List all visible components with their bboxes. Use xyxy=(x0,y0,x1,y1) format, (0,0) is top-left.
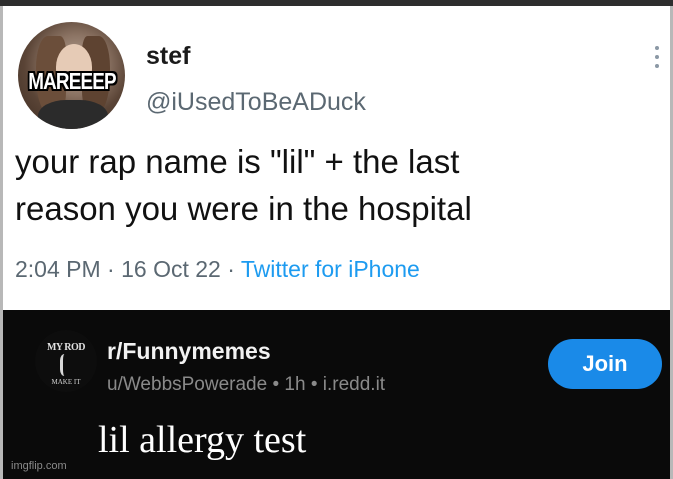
subreddit-icon-top-text: MY ROD xyxy=(46,342,86,353)
fishing-figure-icon xyxy=(60,354,75,376)
tweet-text: your rap name is "lil" + the last reason… xyxy=(15,138,655,232)
meme-caption: lil allergy test xyxy=(98,419,307,461)
tweet-text-line: reason you were in the hospital xyxy=(15,190,472,227)
post-meta: u/WebbsPowerade • 1h • i.redd.it xyxy=(107,374,385,396)
tweet-date[interactable]: 16 Oct 22 xyxy=(121,256,221,282)
meta-separator: · xyxy=(107,256,122,282)
tweet-time[interactable]: 2:04 PM xyxy=(15,256,101,282)
post-author[interactable]: u/WebbsPowerade xyxy=(107,374,267,395)
avatar-caption: MAREEEP xyxy=(28,68,116,94)
avatar-shirt xyxy=(38,100,108,129)
subreddit-name[interactable]: r/Funnymemes xyxy=(107,338,271,365)
reddit-card: MY ROD MAKE IT r/Funnymemes u/WebbsPower… xyxy=(3,310,670,479)
post-age: 1h xyxy=(284,374,306,395)
tweet-source-link[interactable]: Twitter for iPhone xyxy=(241,256,420,282)
meta-separator: • xyxy=(272,374,285,395)
meta-separator: · xyxy=(227,256,241,282)
more-vertical-icon[interactable] xyxy=(655,46,661,72)
user-handle[interactable]: @iUsedToBeADuck xyxy=(146,88,366,117)
imgflip-watermark: imgflip.com xyxy=(11,460,67,472)
subreddit-icon[interactable]: MY ROD MAKE IT xyxy=(35,330,97,392)
subreddit-icon-bottom-text: MAKE IT xyxy=(51,378,81,386)
tweet-card: MAREEEP stef @iUsedToBeADuck your rap na… xyxy=(3,6,670,310)
display-name[interactable]: stef xyxy=(146,42,190,71)
tweet-meta: 2:04 PM · 16 Oct 22 · Twitter for iPhone xyxy=(15,256,420,283)
post-domain[interactable]: i.redd.it xyxy=(323,374,385,395)
tweet-text-line: your rap name is "lil" + the last xyxy=(15,143,460,180)
meta-separator: • xyxy=(310,374,323,395)
join-button[interactable]: Join xyxy=(548,339,662,389)
